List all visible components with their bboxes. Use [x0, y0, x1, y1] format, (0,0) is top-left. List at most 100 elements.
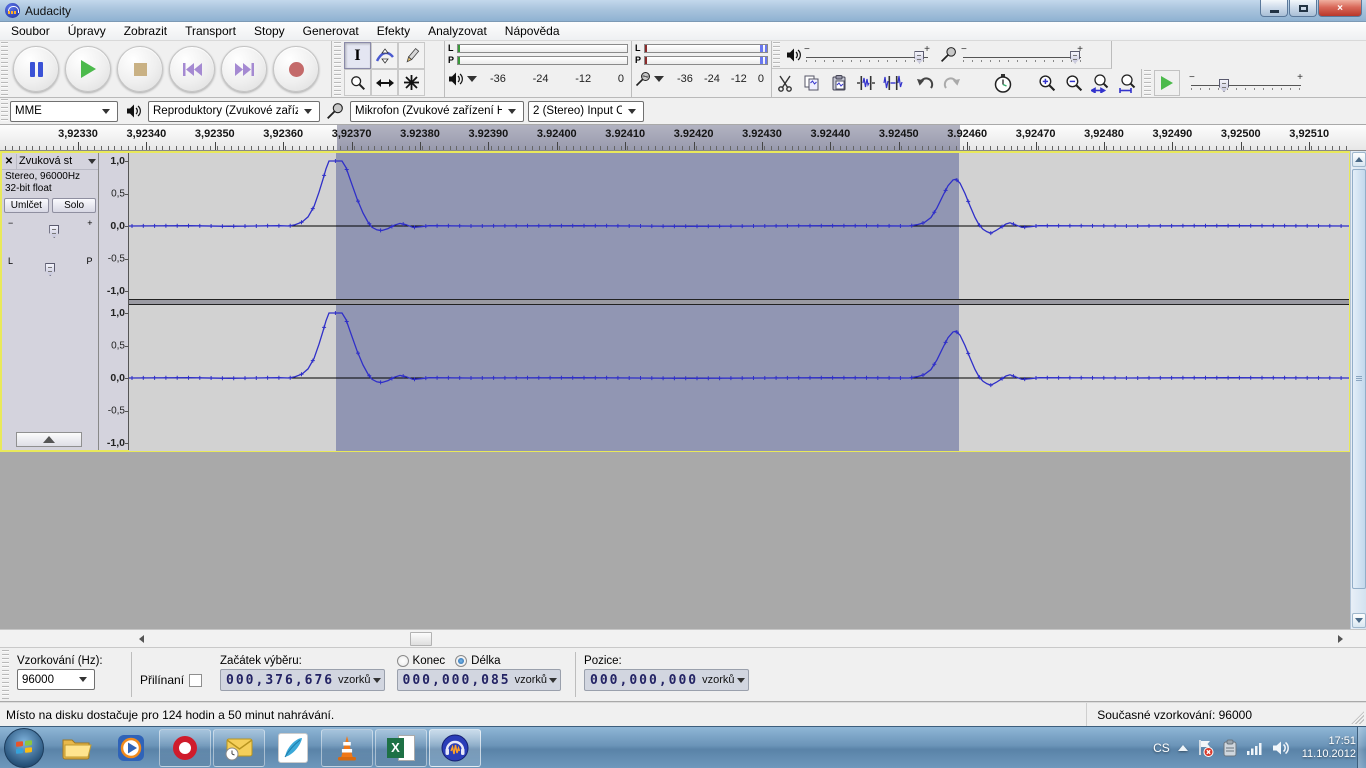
menu-item-zobrazit[interactable]: Zobrazit: [115, 22, 176, 40]
timer-button[interactable]: [991, 70, 1016, 96]
input-meter-dropdown[interactable]: [654, 76, 664, 82]
track-collapse-button[interactable]: [16, 432, 82, 447]
scroll-down-button[interactable]: [1352, 613, 1366, 628]
redo-button[interactable]: [939, 70, 964, 96]
input-meter-right[interactable]: [644, 56, 768, 65]
timeline-ruler[interactable]: 3,923303,923403,923503,923603,923703.923…: [0, 125, 1366, 151]
taskbar-outlook-button[interactable]: [213, 729, 265, 767]
play-button[interactable]: [65, 46, 111, 92]
end-radio[interactable]: [397, 655, 409, 667]
horizontal-scrollbar[interactable]: [0, 629, 1366, 647]
selection-length-field[interactable]: 000,000,085 vzorků: [397, 669, 562, 691]
taskbar-excel-button[interactable]: X: [375, 729, 427, 767]
skip-to-end-button[interactable]: [221, 46, 267, 92]
scroll-up-button[interactable]: [1352, 152, 1366, 167]
close-button[interactable]: ×: [1318, 0, 1362, 17]
action-center-flag-icon[interactable]: [1196, 739, 1214, 757]
taskbar-explorer-button[interactable]: [51, 729, 103, 767]
trim-audio-button[interactable]: [853, 70, 878, 96]
cut-button[interactable]: [773, 70, 798, 96]
show-desktop-button[interactable]: [1357, 727, 1366, 768]
resize-grip[interactable]: [1351, 711, 1364, 724]
menu-item-pravy[interactable]: Úpravy: [59, 22, 115, 40]
waveform-channel-left[interactable]: [129, 153, 1349, 299]
toolbar-grip[interactable]: [773, 42, 780, 67]
stop-button[interactable]: [117, 46, 163, 92]
tray-expand-icon[interactable]: [1178, 745, 1188, 751]
input-channels-select[interactable]: 2 (Stereo) Input C: [528, 101, 644, 122]
input-volume-slider[interactable]: −+: [963, 44, 1081, 66]
zoom-in-button[interactable]: [1035, 70, 1060, 96]
track-gain-slider[interactable]: −+: [10, 219, 90, 243]
skip-to-start-button[interactable]: [169, 46, 215, 92]
zoom-tool-button[interactable]: [344, 69, 371, 96]
menu-item-soubor[interactable]: Soubor: [2, 22, 59, 40]
taskbar-wmp-button[interactable]: [105, 729, 157, 767]
menu-item-stopy[interactable]: Stopy: [245, 22, 294, 40]
selection-start-field[interactable]: 000,376,676 vzorků: [220, 669, 385, 691]
scroll-left-button[interactable]: [133, 632, 149, 646]
fit-project-button[interactable]: [1115, 70, 1140, 96]
network-signal-icon[interactable]: [1246, 740, 1264, 756]
start-button[interactable]: [4, 728, 44, 768]
input-device-select[interactable]: Mikrofon (Zvukové zařízení Hig: [350, 101, 524, 122]
menu-item-generovat[interactable]: Generovat: [294, 22, 368, 40]
copy-button[interactable]: [800, 70, 825, 96]
output-meter-left[interactable]: [457, 44, 628, 53]
scroll-right-button[interactable]: [1332, 632, 1348, 646]
toolbar-grip[interactable]: [334, 42, 341, 96]
menu-item-transport[interactable]: Transport: [176, 22, 245, 40]
tray-clock[interactable]: 17:51 11.10.2012: [1302, 735, 1356, 761]
vertical-scrollbar[interactable]: [1350, 151, 1366, 629]
track-close-button[interactable]: ✕: [2, 154, 17, 169]
menu-item-analyzovat[interactable]: Analyzovat: [419, 22, 496, 40]
taskbar-opera-button[interactable]: [159, 729, 211, 767]
play-speed-slider[interactable]: −+: [1191, 72, 1301, 94]
vertical-scale-ruler[interactable]: 1,00,50,0-0,5-1,01,00,50,0-0,5-1,0: [99, 153, 129, 450]
position-field[interactable]: 000,000,000 vzorků: [584, 669, 749, 691]
sample-rate-select[interactable]: 96000: [17, 669, 95, 690]
output-meter-dropdown[interactable]: [467, 76, 477, 82]
horizontal-scroll-thumb[interactable]: [410, 632, 432, 646]
track-pan-slider[interactable]: LP: [10, 257, 90, 281]
toolbar-grip[interactable]: [1144, 70, 1151, 96]
toolbar-grip[interactable]: [1, 99, 8, 122]
paste-button[interactable]: [827, 70, 852, 96]
maximize-button[interactable]: [1289, 0, 1317, 17]
menu-item-npovda[interactable]: Nápověda: [496, 22, 569, 40]
output-meter-right[interactable]: [457, 56, 628, 65]
language-indicator[interactable]: CS: [1153, 741, 1170, 755]
volume-icon[interactable]: [1272, 740, 1290, 756]
vertical-scroll-thumb[interactable]: [1352, 169, 1366, 589]
snap-to-checkbox[interactable]: [189, 674, 202, 687]
envelope-tool-button[interactable]: [371, 42, 398, 69]
pause-button[interactable]: [13, 46, 59, 92]
selection-tool-button[interactable]: I: [344, 42, 371, 69]
minimize-button[interactable]: [1260, 0, 1288, 17]
taskbar-vlc-button[interactable]: [321, 729, 373, 767]
toolbar-grip[interactable]: [1, 42, 8, 96]
tray-app-icon[interactable]: [1222, 739, 1238, 757]
time-shift-tool-button[interactable]: [371, 69, 398, 96]
draw-tool-button[interactable]: [398, 42, 425, 69]
fit-selection-button[interactable]: [1088, 70, 1113, 96]
output-device-select[interactable]: Reproduktory (Zvukové zaříze: [148, 101, 320, 122]
play-at-speed-button[interactable]: [1154, 70, 1180, 96]
output-volume-slider[interactable]: −+: [806, 44, 928, 66]
input-meter-left[interactable]: [644, 44, 768, 53]
multi-tool-button[interactable]: [398, 69, 425, 96]
solo-button[interactable]: Solo: [52, 198, 97, 213]
silence-audio-button[interactable]: [880, 70, 905, 96]
menu-item-efekty[interactable]: Efekty: [368, 22, 419, 40]
undo-button[interactable]: [913, 70, 938, 96]
record-button[interactable]: [273, 46, 319, 92]
audio-host-select[interactable]: MME: [10, 101, 118, 122]
waveform-area[interactable]: [129, 153, 1349, 450]
zoom-out-button[interactable]: [1062, 70, 1087, 96]
mute-button[interactable]: Umlčet: [4, 198, 49, 213]
taskbar-audacity-button[interactable]: [429, 729, 481, 767]
toolbar-grip[interactable]: [2, 650, 9, 699]
taskbar-feather-app-button[interactable]: [267, 729, 319, 767]
waveform-channel-right[interactable]: [129, 305, 1349, 451]
length-radio[interactable]: [455, 655, 467, 667]
